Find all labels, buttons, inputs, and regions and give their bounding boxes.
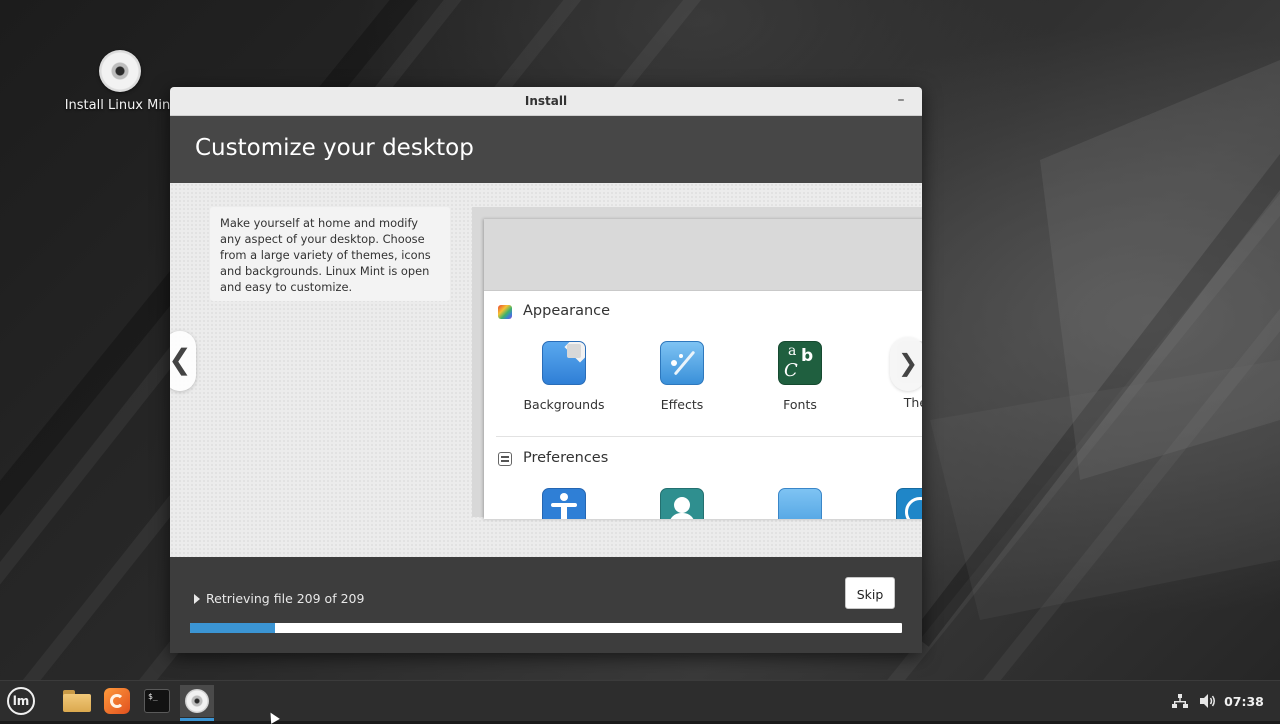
install-task-button[interactable]	[180, 685, 214, 721]
preferences-icon	[498, 452, 512, 466]
tile-fonts: a b C Fonts	[750, 341, 850, 412]
terminal-icon: $_	[144, 689, 170, 713]
files-launcher[interactable]	[60, 685, 94, 717]
clock-text: 07:38	[1224, 693, 1264, 709]
disc-icon	[185, 689, 209, 713]
clock[interactable]: 07:38	[1222, 681, 1266, 721]
date-time-icon	[896, 488, 922, 519]
terminal-launcher[interactable]: $_	[140, 685, 174, 717]
tile-backgrounds: Backgrounds	[514, 341, 614, 412]
volume-icon	[1200, 694, 1215, 708]
firefox-icon	[104, 688, 130, 714]
progress-status-text: Retrieving file 209 of 209	[206, 591, 365, 606]
section-label-preferences: Preferences	[523, 450, 609, 466]
volume-indicator[interactable]	[1196, 681, 1220, 721]
install-linux-mint-desktop-icon[interactable]: Install Linux Mint	[62, 50, 178, 113]
fonts-icon: a b C	[778, 341, 822, 385]
progress-area: Retrieving file 209 of 209 Skip	[170, 557, 922, 653]
section-label-appearance: Appearance	[523, 303, 611, 319]
tile-date-time	[868, 488, 922, 519]
linux-mint-logo-icon: lm	[7, 687, 35, 715]
fonts-glyph-c: C	[784, 360, 798, 381]
appearance-icon	[498, 305, 512, 319]
tile-effects: Effects	[632, 341, 732, 412]
slide-description: Make yourself at home and modify any asp…	[220, 216, 431, 294]
page-header: Customize your desktop	[170, 116, 922, 184]
minimize-button[interactable]: –	[892, 90, 910, 110]
skip-button[interactable]: Skip	[845, 577, 895, 609]
tile-label-themes: Ther	[903, 395, 922, 410]
progress-bar	[190, 623, 902, 633]
effects-icon	[660, 341, 704, 385]
backgrounds-icon	[542, 341, 586, 385]
expander-arrow-icon	[194, 594, 200, 604]
tile-accessibility	[514, 488, 614, 519]
fonts-glyph-a: a	[788, 343, 797, 359]
page-title: Customize your desktop	[195, 135, 474, 161]
fonts-glyph-b: b	[801, 346, 814, 366]
next-slide-button[interactable]: ❯	[890, 337, 922, 391]
progress-details-expander[interactable]: Retrieving file 209 of 209	[194, 591, 364, 606]
previous-slide-button[interactable]: ❮	[170, 331, 196, 391]
tile-label-effects: Effects	[660, 397, 704, 412]
slideshow-panel: Make yourself at home and modify any asp…	[170, 183, 922, 557]
network-indicator[interactable]	[1168, 681, 1192, 721]
settings-preview-image: Appearance Backgrounds Effects a b C Fon…	[484, 219, 922, 519]
tile-account	[632, 488, 732, 519]
progress-bar-fill	[190, 623, 276, 633]
firefox-launcher[interactable]	[100, 685, 134, 717]
tile-label-backgrounds: Backgrounds	[523, 397, 605, 412]
account-icon	[660, 488, 704, 519]
window-titlebar[interactable]: Install –	[170, 87, 922, 116]
accessibility-icon	[542, 488, 586, 519]
disc-icon	[99, 50, 141, 92]
tile-applications	[750, 488, 850, 519]
menu-button[interactable]: lm	[4, 685, 38, 717]
taskbar: lm $_ 07:38	[0, 680, 1280, 721]
preview-header	[484, 219, 922, 291]
applications-icon	[778, 488, 822, 519]
desktop-icon-label: Install Linux Mint	[64, 98, 176, 113]
window-title: Install	[524, 94, 568, 108]
section-divider	[496, 436, 922, 437]
tile-label-fonts: Fonts	[783, 397, 817, 412]
network-icon	[1172, 694, 1188, 708]
install-window: Install – Customize your desktop Make yo…	[170, 87, 922, 653]
folder-icon	[63, 690, 91, 712]
